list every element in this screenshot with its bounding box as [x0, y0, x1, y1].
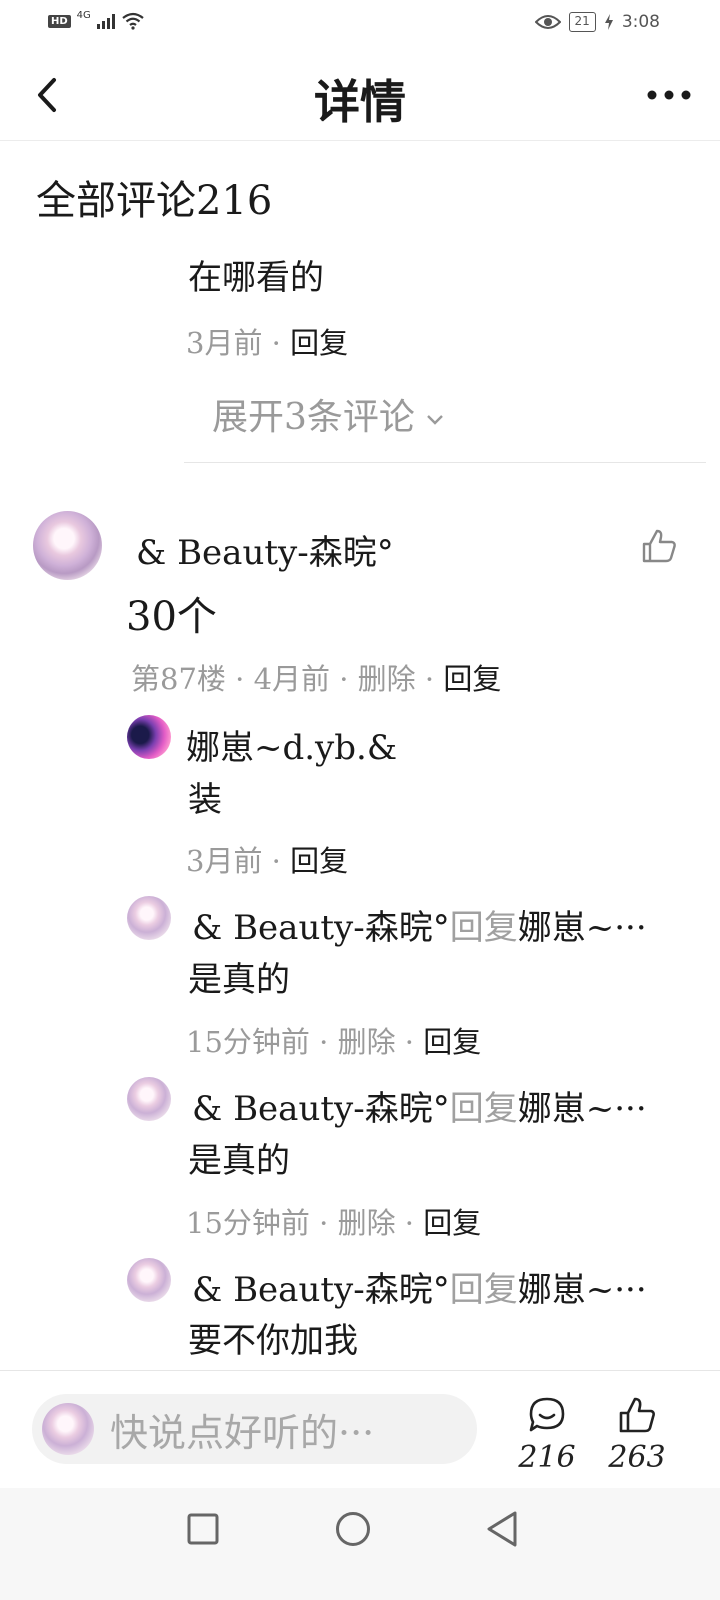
- separator: ·: [424, 662, 435, 696]
- separator: ·: [339, 662, 349, 696]
- back-nav-icon[interactable]: [484, 1510, 520, 1548]
- comment-author[interactable]: & Beauty-森晥°: [136, 525, 394, 574]
- charging-icon: [604, 14, 613, 30]
- separator: ·: [235, 662, 245, 696]
- reply-author[interactable]: 娜崽~d.yb.&: [186, 720, 397, 769]
- like-count-button[interactable]: 263: [602, 1396, 672, 1475]
- page-title: 详情: [314, 75, 406, 129]
- reply-meta: 3月前 · 回复: [186, 838, 348, 880]
- separator: ·: [404, 1206, 415, 1240]
- avatar[interactable]: [127, 1258, 171, 1302]
- reply-text: 是真的: [188, 1141, 290, 1181]
- separator: ·: [271, 326, 281, 360]
- wifi-icon: [122, 12, 144, 30]
- comment-input-placeholder: 快说点好听的···: [110, 1410, 375, 1455]
- recent-apps-icon[interactable]: [186, 1512, 220, 1546]
- reply-meta: 15分钟前 · 删除 · 回复: [186, 1019, 481, 1061]
- reply-header: & Beauty-森晥°回复娜崽~···: [192, 1262, 647, 1311]
- status-bar-left: HD 4G: [48, 9, 145, 30]
- like-count: 263: [608, 1440, 666, 1475]
- comment-text: 30个: [126, 594, 217, 640]
- separator: ·: [319, 1206, 329, 1240]
- reply-button[interactable]: 回复: [443, 662, 501, 696]
- chevron-down-icon: [427, 415, 444, 425]
- separator: ·: [319, 1025, 329, 1059]
- reply-button[interactable]: 回复: [290, 844, 348, 878]
- avatar[interactable]: [127, 1077, 171, 1121]
- thumbs-up-icon: [619, 1397, 655, 1433]
- comment-meta: 第87楼 · 4月前 · 删除 · 回复: [131, 656, 501, 698]
- reply-header: & Beauty-森晥°回复娜崽~···: [192, 900, 647, 949]
- reply-author[interactable]: & Beauty-森晥°: [192, 1270, 450, 1310]
- separator: ·: [404, 1025, 415, 1059]
- prev-reply-meta: 3月前 · 回复: [186, 320, 348, 362]
- reply-to-label: 回复: [449, 908, 518, 948]
- thread-divider: [184, 462, 706, 463]
- reply-time: 3月前: [186, 844, 263, 878]
- expand-replies-label: 展开3条评论: [212, 397, 415, 438]
- comment-input[interactable]: 快说点好听的···: [32, 1394, 477, 1464]
- comment-count: 216: [518, 1440, 576, 1475]
- reply-text: 是真的: [188, 960, 290, 1000]
- network-type: 4G: [76, 9, 91, 21]
- comment-count-button[interactable]: 216: [512, 1396, 582, 1475]
- reply-header: & Beauty-森晥°回复娜崽~···: [192, 1081, 647, 1130]
- avatar[interactable]: [127, 896, 171, 940]
- more-dots-icon[interactable]: [644, 80, 694, 110]
- delete-button[interactable]: 删除: [338, 1206, 396, 1240]
- hd-badge: HD: [48, 14, 71, 28]
- signal-icon: [96, 13, 115, 29]
- home-icon[interactable]: [334, 1510, 372, 1548]
- thumbs-up-icon[interactable]: [640, 528, 678, 564]
- floor-number: 第87楼: [131, 662, 226, 696]
- delete-button[interactable]: 删除: [338, 1025, 396, 1059]
- expand-replies-link[interactable]: 展开3条评论: [212, 388, 444, 440]
- reply-button[interactable]: 回复: [423, 1206, 481, 1240]
- header-divider: [0, 140, 720, 141]
- delete-button[interactable]: 删除: [358, 662, 416, 696]
- avatar[interactable]: [127, 715, 171, 759]
- eye-icon: [534, 15, 561, 29]
- separator: ·: [271, 844, 281, 878]
- reply-time: 15分钟前: [186, 1025, 310, 1059]
- status-bar-right: 21 3:08: [534, 12, 660, 32]
- reply-time: 15分钟前: [186, 1206, 310, 1240]
- reply-text: 装: [188, 780, 222, 820]
- prev-reply-time: 3月前: [186, 326, 263, 360]
- reply-author[interactable]: & Beauty-森晥°: [192, 1089, 450, 1129]
- reply-button[interactable]: 回复: [423, 1025, 481, 1059]
- reply-author[interactable]: & Beauty-森晥°: [192, 908, 450, 948]
- reply-to-label: 回复: [449, 1270, 518, 1310]
- comment-bubble-icon: [529, 1397, 565, 1432]
- comments-count-title: 全部评论216: [36, 178, 273, 224]
- avatar: [42, 1403, 94, 1455]
- clock: 3:08: [621, 12, 660, 32]
- reply-target[interactable]: 娜崽~···: [518, 1270, 647, 1310]
- avatar[interactable]: [33, 511, 102, 580]
- bottom-divider: [0, 1370, 720, 1371]
- reply-target[interactable]: 娜崽~···: [518, 1089, 647, 1129]
- battery-icon: 21: [568, 12, 596, 32]
- reply-to-label: 回复: [449, 1089, 518, 1129]
- system-nav-bar: [0, 1488, 720, 1600]
- reply-text: 要不你加我: [188, 1321, 358, 1361]
- reply-target[interactable]: 娜崽~···: [518, 908, 647, 948]
- reply-meta: 15分钟前 · 删除 · 回复: [186, 1200, 481, 1242]
- comment-time: 4月前: [253, 662, 331, 696]
- prev-reply-text: 在哪看的: [188, 258, 324, 298]
- prev-reply-button[interactable]: 回复: [290, 326, 348, 360]
